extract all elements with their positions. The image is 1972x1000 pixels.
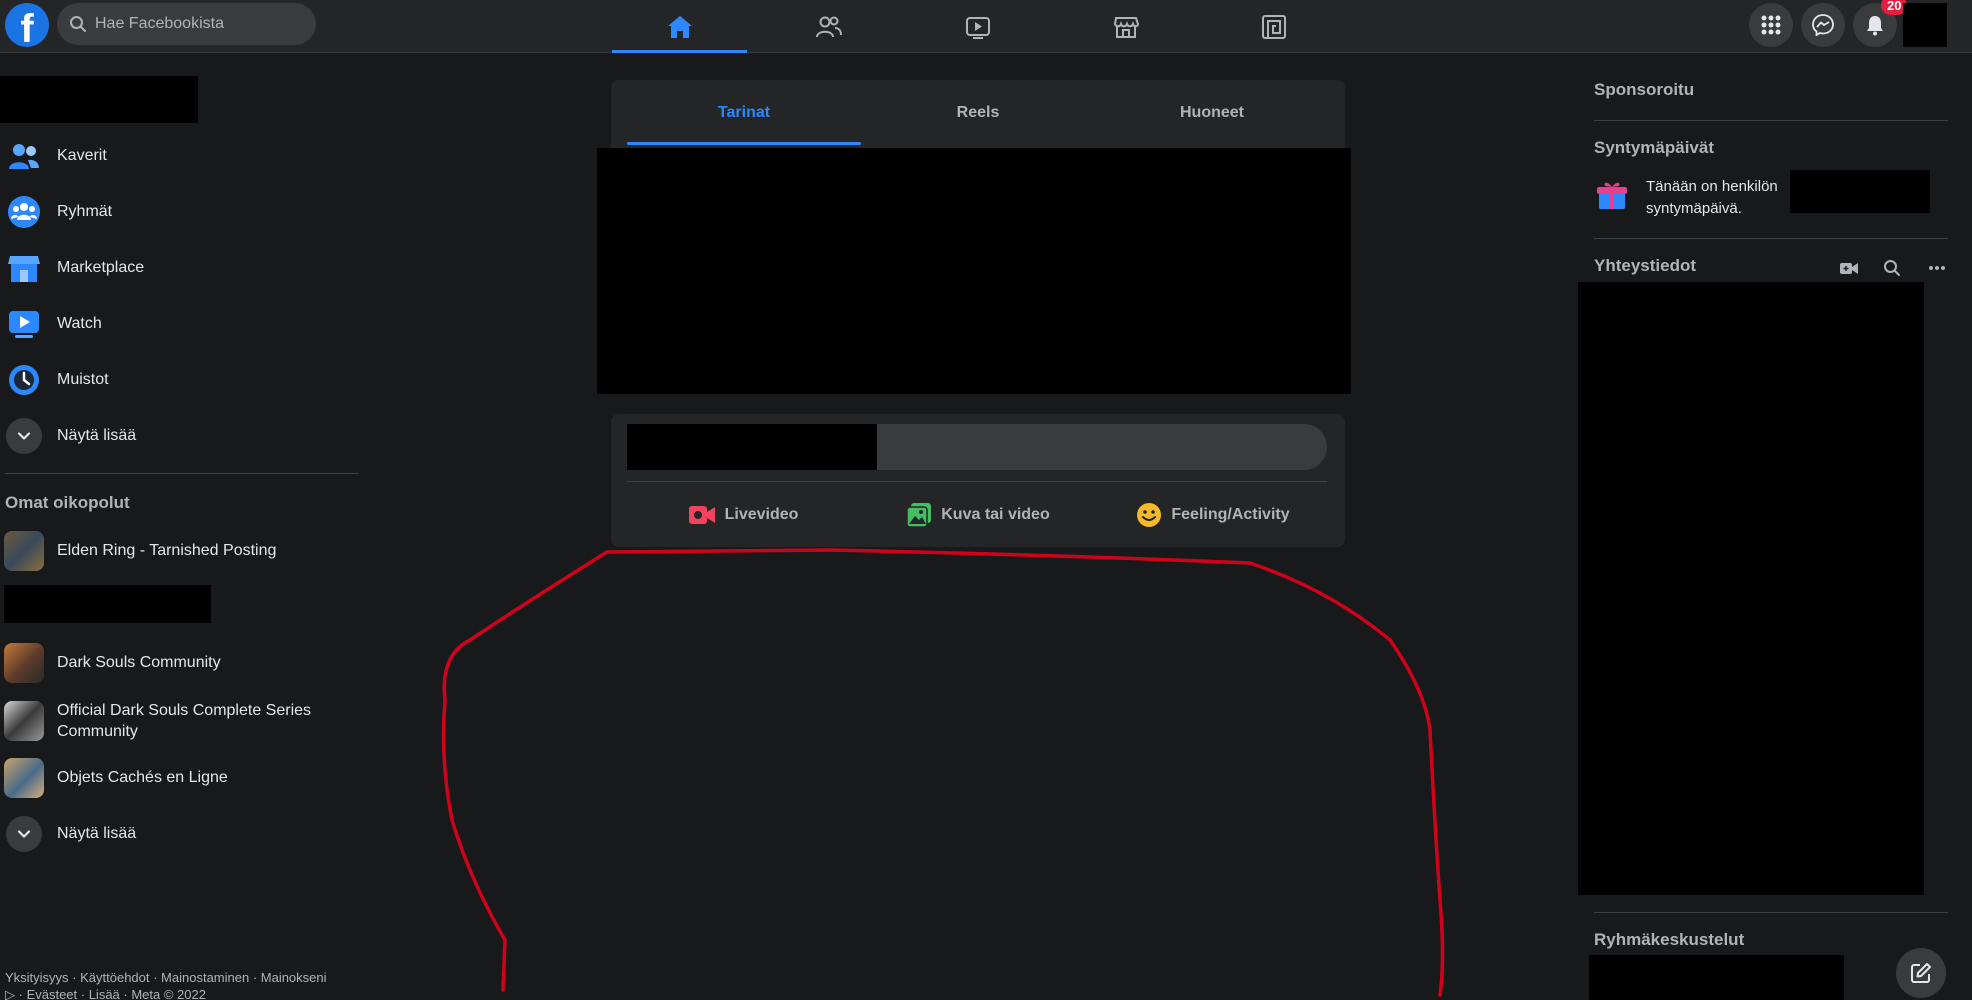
contacts-title: Yhteystiedot [1594,256,1697,275]
birthdays-title: Syntymäpäivät [1594,138,1714,157]
sponsored-title: Sponsoroitu [1594,80,1695,99]
compose-icon [1911,963,1931,983]
gift-icon [1597,182,1627,209]
contacts-options-button[interactable] [1925,256,1949,280]
contacts-list-redacted[interactable] [1578,282,1924,895]
new-message-button[interactable] [1896,948,1946,998]
more-options-icon [1929,266,1945,270]
new-room-button[interactable] [1837,256,1861,280]
birthday-name-redacted[interactable] [1790,170,1930,213]
group-chats-title: Ryhmäkeskustelut [1594,930,1745,949]
video-call-add-icon [1840,263,1858,274]
search-contacts-button[interactable] [1880,256,1904,280]
right-divider [1594,120,1948,121]
group-chats-redacted[interactable] [1589,955,1844,1000]
birthday-text[interactable]: Tänään on henkilön syntymäpäivä. [1646,176,1796,220]
right-divider [1594,912,1948,913]
right-divider [1594,238,1948,239]
search-icon [1884,260,1900,276]
